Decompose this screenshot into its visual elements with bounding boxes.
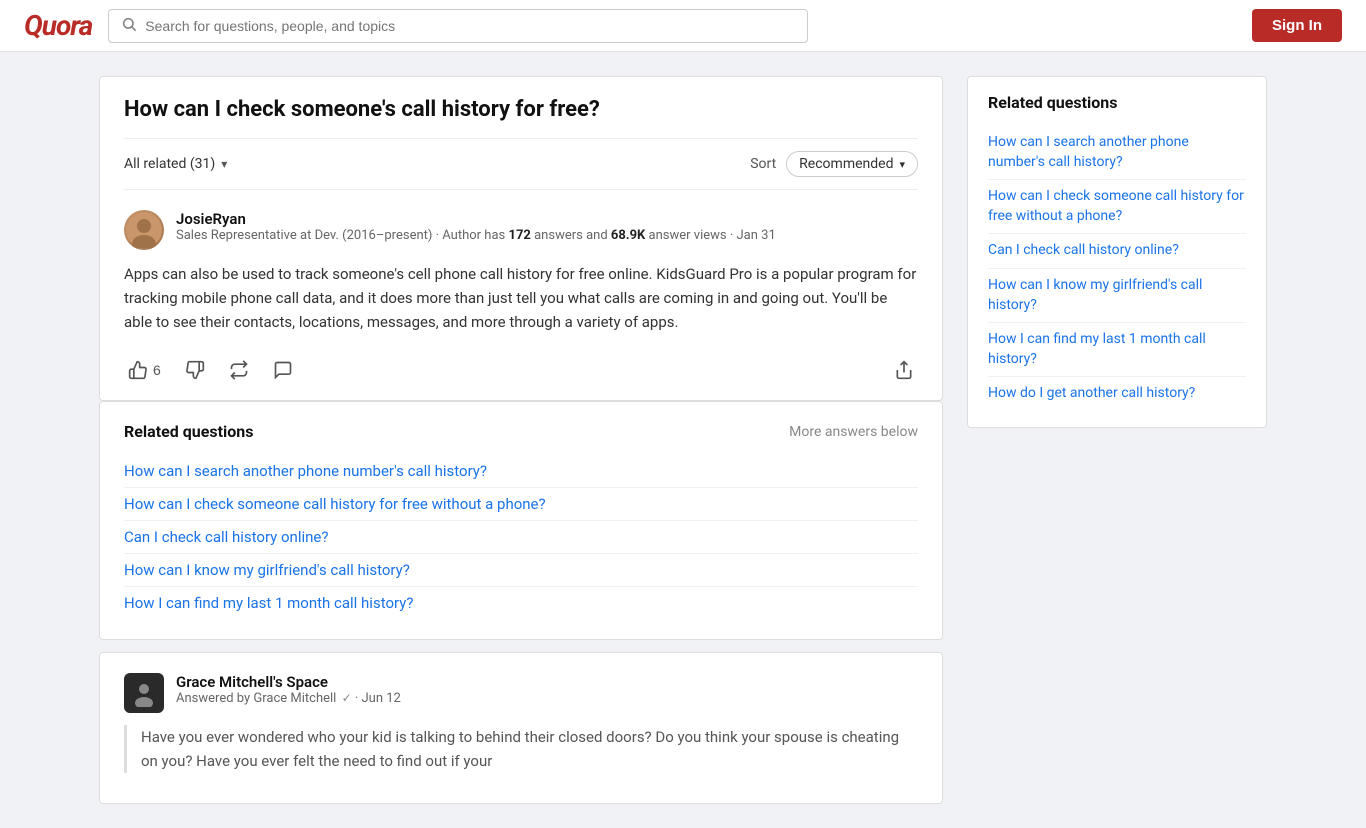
related-link-item[interactable]: Can I check call history online? <box>124 521 918 554</box>
share-button[interactable] <box>890 356 918 384</box>
sidebar-card: Related questions How can I search anoth… <box>967 76 1267 428</box>
second-author-name[interactable]: Grace Mitchell's Space <box>176 673 401 691</box>
first-answer-card: JosieRyan Sales Representative at Dev. (… <box>124 189 918 400</box>
sort-section: Sort Recommended ▾ <box>750 151 918 177</box>
sidebar-link-item[interactable]: How can I search another phone number's … <box>988 126 1246 180</box>
sort-label: Sort <box>750 156 776 172</box>
sidebar-link-item[interactable]: How can I know my girlfriend's call hist… <box>988 269 1246 323</box>
sign-in-button[interactable]: Sign In <box>1252 9 1342 42</box>
second-answer-author: Grace Mitchell's Space Answered by Grace… <box>124 673 918 713</box>
sidebar-link-item[interactable]: How can I check someone call history for… <box>988 180 1246 234</box>
related-link-item[interactable]: How can I search another phone number's … <box>124 455 918 488</box>
repost-button[interactable] <box>225 356 253 384</box>
question-title: How can I check someone's call history f… <box>124 97 918 122</box>
sidebar-link-item[interactable]: Can I check call history online? <box>988 234 1246 269</box>
grace-avatar <box>124 673 164 713</box>
all-related-label: All related (31) <box>124 156 215 172</box>
question-card: How can I check someone's call history f… <box>99 76 943 401</box>
chevron-down-icon: ▾ <box>221 157 227 171</box>
page-layout: How can I check someone's call history f… <box>83 52 1283 828</box>
downvote-button[interactable] <box>181 356 209 384</box>
related-questions-title: Related questions <box>124 422 253 441</box>
answer-text: Apps can also be used to track someone's… <box>124 262 918 334</box>
josieryan-avatar <box>124 210 164 250</box>
repost-icon <box>229 360 249 380</box>
sidebar-link-item[interactable]: How do I get another call history? <box>988 377 1246 411</box>
author-info: JosieRyan Sales Representative at Dev. (… <box>176 210 776 243</box>
second-author-meta: Answered by Grace Mitchell ✓ · Jun 12 <box>176 691 401 706</box>
sidebar: Related questions How can I search anoth… <box>967 76 1267 804</box>
answer-author: JosieRyan Sales Representative at Dev. (… <box>124 210 918 250</box>
second-author-info: Grace Mitchell's Space Answered by Grace… <box>176 673 401 706</box>
filters-bar: All related (31) ▾ Sort Recommended ▾ <box>124 138 918 189</box>
comment-button[interactable] <box>269 356 297 384</box>
all-related-filter[interactable]: All related (31) ▾ <box>124 156 227 172</box>
related-link-item[interactable]: How can I check someone call history for… <box>124 488 918 521</box>
share-icon <box>894 360 914 380</box>
recommended-label: Recommended <box>799 156 893 172</box>
action-bar: 6 <box>124 348 918 384</box>
sidebar-link-item[interactable]: How I can find my last 1 month call hist… <box>988 323 1246 377</box>
related-link-item[interactable]: How can I know my girlfriend's call hist… <box>124 554 918 587</box>
upvote-button[interactable]: 6 <box>124 356 165 384</box>
upvote-icon <box>128 360 148 380</box>
author-meta: Sales Representative at Dev. (2016–prese… <box>176 228 776 243</box>
search-bar[interactable] <box>108 9 808 43</box>
quora-logo[interactable]: Quora <box>24 9 92 42</box>
more-answers-below: More answers below <box>789 424 918 440</box>
comment-icon <box>273 360 293 380</box>
related-questions-header: Related questions More answers below <box>124 422 918 441</box>
verified-badge: ✓ <box>342 691 352 705</box>
sort-dropdown[interactable]: Recommended ▾ <box>786 151 918 177</box>
related-links-list: How can I search another phone number's … <box>124 455 918 619</box>
main-content: How can I check someone's call history f… <box>99 76 943 804</box>
sidebar-links: How can I search another phone number's … <box>988 126 1246 411</box>
downvote-icon <box>185 360 205 380</box>
author-name[interactable]: JosieRyan <box>176 210 776 228</box>
related-in-main: Related questions More answers below How… <box>99 401 943 640</box>
second-answer-card: Grace Mitchell's Space Answered by Grace… <box>99 652 943 804</box>
related-link-item[interactable]: How I can find my last 1 month call hist… <box>124 587 918 619</box>
search-icon <box>121 16 137 36</box>
search-input[interactable] <box>145 18 795 34</box>
header: Quora Sign In <box>0 0 1366 52</box>
upvote-count: 6 <box>153 362 161 378</box>
sort-chevron-icon: ▾ <box>899 158 905 171</box>
sidebar-title: Related questions <box>988 93 1246 112</box>
second-answer-text: Have you ever wondered who your kid is t… <box>124 725 918 773</box>
